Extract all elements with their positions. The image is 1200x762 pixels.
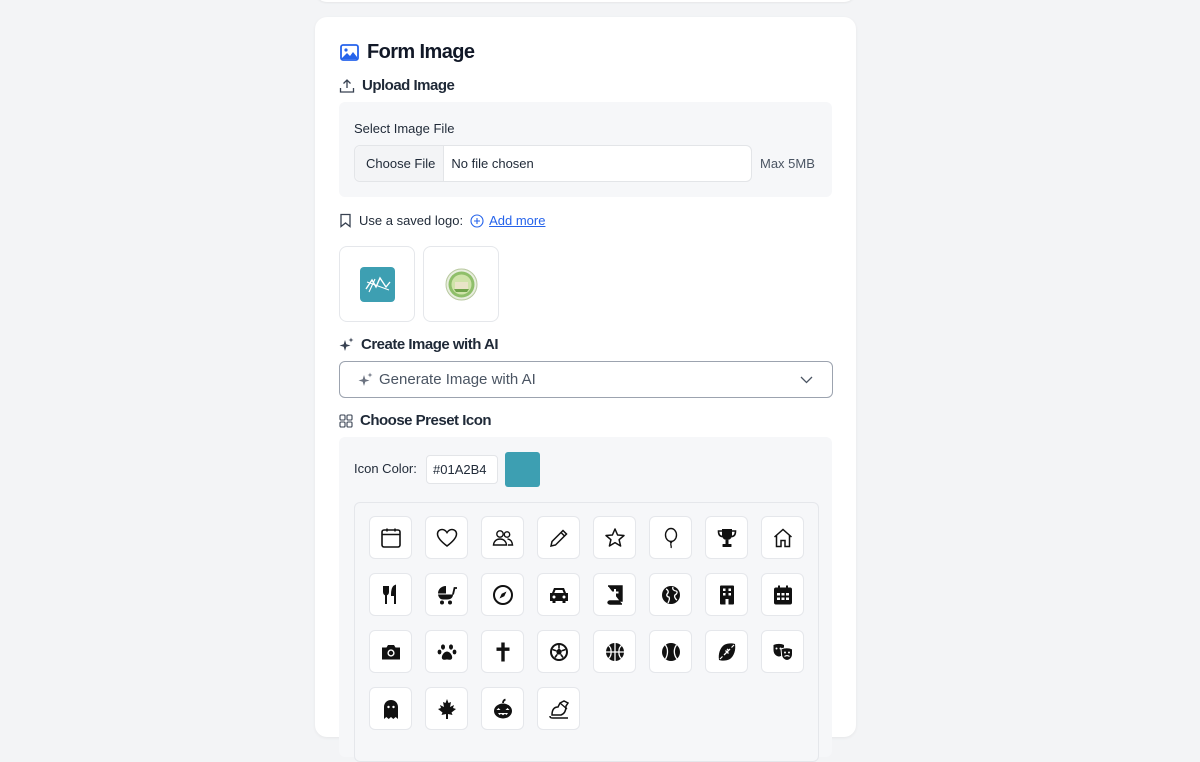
preset-icon-option[interactable]	[761, 573, 804, 616]
previous-card	[315, 0, 856, 2]
preset-icon-option[interactable]	[593, 573, 636, 616]
create-image-ai-heading: Create Image with AI	[339, 336, 498, 353]
icon-color-label: Icon Color:	[354, 461, 417, 476]
preset-icon-option[interactable]	[649, 630, 692, 673]
saved-logo-row: Use a saved logo: Add more	[339, 213, 545, 228]
globe-icon	[661, 585, 680, 604]
preset-icon-option[interactable]	[369, 573, 412, 616]
preset-icon-option[interactable]	[705, 630, 748, 673]
sparkles-icon	[358, 372, 373, 386]
preset-icon-option[interactable]	[481, 516, 524, 559]
preset-icon-option[interactable]	[537, 630, 580, 673]
baseball-icon	[661, 642, 680, 661]
icon-color-input[interactable]	[426, 455, 498, 484]
preset-icon-option[interactable]	[705, 516, 748, 559]
preset-icon-option[interactable]	[369, 516, 412, 559]
ghost-icon	[383, 699, 398, 719]
football-icon	[718, 642, 735, 661]
saved-logo-tile[interactable]	[339, 246, 415, 322]
heart-icon	[436, 528, 457, 547]
pencil-icon	[549, 528, 568, 547]
icon-color-swatch[interactable]	[505, 452, 540, 487]
choose-preset-icon-heading: Choose Preset Icon	[339, 412, 492, 429]
preset-icon-option[interactable]	[537, 516, 580, 559]
sleigh-icon	[548, 699, 569, 719]
bible-icon	[606, 584, 623, 605]
image-icon	[340, 44, 359, 61]
calendar-icon	[380, 528, 401, 548]
calendar-solid-icon	[773, 585, 792, 604]
add-more-link[interactable]: Add more	[489, 213, 545, 228]
upload-panel: Select Image File Choose File No file ch…	[339, 102, 832, 197]
preset-icon-grid	[354, 502, 819, 762]
teal-square-logo	[359, 266, 395, 302]
preset-icon-option[interactable]	[537, 687, 580, 730]
form-image-card: Form Image Upload Image Select Image Fil…	[315, 17, 856, 762]
file-status-text: No file chosen	[451, 156, 534, 171]
preset-icon-option[interactable]	[369, 687, 412, 730]
grid-icon	[339, 413, 353, 428]
utensils-icon	[382, 584, 396, 604]
saved-logo-label: Use a saved logo:	[359, 213, 464, 228]
plus-circle-icon[interactable]	[470, 213, 484, 228]
compass-icon	[492, 584, 513, 605]
preset-icon-option[interactable]	[649, 516, 692, 559]
preset-icon-option[interactable]	[481, 687, 524, 730]
preset-icon-option[interactable]	[593, 630, 636, 673]
select-image-file-label: Select Image File	[354, 121, 455, 136]
home-icon	[773, 527, 792, 547]
soccer-ball-icon	[549, 642, 568, 661]
preset-icon-option[interactable]	[369, 630, 412, 673]
preset-icon-option[interactable]	[593, 516, 636, 559]
theater-masks-icon	[773, 643, 793, 661]
preset-icon-option[interactable]	[649, 573, 692, 616]
cross-icon	[496, 642, 509, 661]
star-icon	[604, 527, 625, 547]
car-icon	[549, 587, 568, 603]
preset-icon-option[interactable]	[425, 516, 468, 559]
bookmark-icon	[340, 213, 351, 228]
saved-logo-tile[interactable]	[423, 246, 499, 322]
choose-file-button[interactable]: Choose File	[355, 146, 445, 181]
form-image-title: Form Image	[340, 41, 475, 64]
basketball-icon	[605, 642, 624, 661]
file-input[interactable]: Choose File No file chosen	[354, 145, 752, 182]
preset-icon-option[interactable]	[761, 516, 804, 559]
upload-icon	[339, 78, 355, 93]
preset-icon-option[interactable]	[761, 630, 804, 673]
users-icon	[492, 529, 513, 546]
max-size-note: Max 5MB	[760, 156, 815, 171]
preset-icon-option[interactable]	[425, 630, 468, 673]
round-green-seal-logo	[445, 268, 477, 300]
generate-image-ai-select[interactable]: Generate Image with AI	[339, 361, 833, 398]
preset-icon-panel: Icon Color:	[339, 437, 832, 762]
paw-icon	[437, 643, 456, 660]
preset-icon-option[interactable]	[481, 630, 524, 673]
generate-image-ai-text: Generate Image with AI	[379, 371, 536, 388]
preset-icon-option[interactable]	[537, 573, 580, 616]
baby-carriage-icon	[437, 585, 457, 604]
trophy-icon	[717, 528, 736, 547]
upload-image-heading: Upload Image	[339, 77, 455, 94]
pumpkin-icon	[493, 698, 512, 718]
camera-icon	[381, 644, 400, 659]
preset-icon-option[interactable]	[481, 573, 524, 616]
balloon-icon	[664, 527, 677, 548]
building-icon	[719, 585, 734, 604]
preset-icon-option[interactable]	[705, 573, 748, 616]
sparkles-icon	[339, 337, 354, 351]
chevron-down-icon	[800, 376, 813, 384]
maple-leaf-icon	[437, 698, 456, 719]
preset-icon-option[interactable]	[425, 573, 468, 616]
preset-icon-option[interactable]	[425, 687, 468, 730]
